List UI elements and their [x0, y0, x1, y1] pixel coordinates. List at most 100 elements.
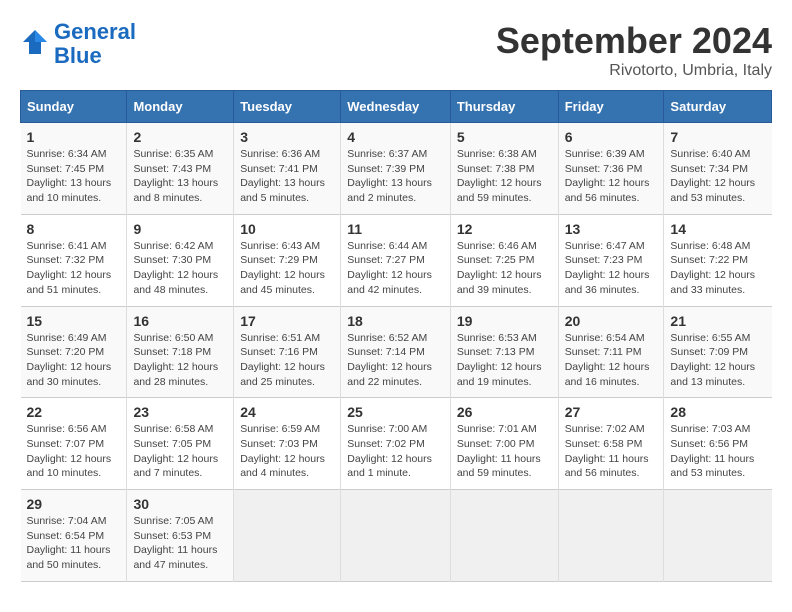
day-number: 16: [133, 313, 227, 329]
table-cell: 22 Sunrise: 6:56 AMSunset: 7:07 PMDayligh…: [21, 398, 127, 490]
table-cell: 2 Sunrise: 6:35 AMSunset: 7:43 PMDaylight…: [127, 123, 234, 215]
table-cell: [450, 490, 558, 582]
day-number: 17: [240, 313, 334, 329]
col-wednesday: Wednesday: [341, 91, 451, 123]
day-info: Sunrise: 7:01 AMSunset: 7:00 PMDaylight:…: [457, 422, 552, 481]
table-cell: 15 Sunrise: 6:49 AMSunset: 7:20 PMDayligh…: [21, 306, 127, 398]
day-number: 26: [457, 404, 552, 420]
day-info: Sunrise: 6:36 AMSunset: 7:41 PMDaylight:…: [240, 147, 334, 206]
day-info: Sunrise: 6:35 AMSunset: 7:43 PMDaylight:…: [133, 147, 227, 206]
day-number: 28: [670, 404, 765, 420]
day-info: Sunrise: 7:02 AMSunset: 6:58 PMDaylight:…: [565, 422, 658, 481]
calendar-body: 1 Sunrise: 6:34 AMSunset: 7:45 PMDaylight…: [21, 123, 772, 582]
day-info: Sunrise: 6:43 AMSunset: 7:29 PMDaylight:…: [240, 239, 334, 298]
calendar-week-row: 29Sunrise: 7:04 AMSunset: 6:54 PMDayligh…: [21, 490, 772, 582]
col-sunday: Sunday: [21, 91, 127, 123]
table-cell: 13Sunrise: 6:47 AMSunset: 7:23 PMDayligh…: [558, 214, 664, 306]
day-number: 24: [240, 404, 334, 420]
table-cell: 19Sunrise: 6:53 AMSunset: 7:13 PMDayligh…: [450, 306, 558, 398]
day-info: Sunrise: 6:42 AMSunset: 7:30 PMDaylight:…: [133, 239, 227, 298]
table-cell: 6 Sunrise: 6:39 AMSunset: 7:36 PMDaylight…: [558, 123, 664, 215]
table-cell: 21Sunrise: 6:55 AMSunset: 7:09 PMDayligh…: [664, 306, 772, 398]
table-cell: 24 Sunrise: 6:59 AMSunset: 7:03 PMDayligh…: [234, 398, 341, 490]
day-number: 18: [347, 313, 444, 329]
table-cell: 9 Sunrise: 6:42 AMSunset: 7:30 PMDaylight…: [127, 214, 234, 306]
calendar-table: Sunday Monday Tuesday Wednesday Thursday…: [20, 90, 772, 582]
calendar-week-row: 8 Sunrise: 6:41 AMSunset: 7:32 PMDaylight…: [21, 214, 772, 306]
day-number: 10: [240, 221, 334, 237]
logo-text: General Blue: [54, 20, 136, 68]
day-number: 12: [457, 221, 552, 237]
day-info: Sunrise: 6:40 AMSunset: 7:34 PMDaylight:…: [670, 147, 765, 206]
day-number: 25: [347, 404, 444, 420]
day-number: 11: [347, 221, 444, 237]
day-info: Sunrise: 6:41 AMSunset: 7:32 PMDaylight:…: [27, 239, 121, 298]
day-number: 8: [27, 221, 121, 237]
day-number: 6: [565, 129, 658, 145]
col-monday: Monday: [127, 91, 234, 123]
table-cell: 29Sunrise: 7:04 AMSunset: 6:54 PMDayligh…: [21, 490, 127, 582]
logo: General Blue: [20, 20, 136, 68]
day-info: Sunrise: 6:53 AMSunset: 7:13 PMDaylight:…: [457, 331, 552, 390]
day-info: Sunrise: 6:44 AMSunset: 7:27 PMDaylight:…: [347, 239, 444, 298]
col-thursday: Thursday: [450, 91, 558, 123]
logo-line1: General: [54, 19, 136, 44]
logo-line2: Blue: [54, 43, 102, 68]
table-cell: 23Sunrise: 6:58 AMSunset: 7:05 PMDayligh…: [127, 398, 234, 490]
day-number: 1: [27, 129, 121, 145]
col-saturday: Saturday: [664, 91, 772, 123]
day-number: 27: [565, 404, 658, 420]
table-cell: 20Sunrise: 6:54 AMSunset: 7:11 PMDayligh…: [558, 306, 664, 398]
table-cell: 11 Sunrise: 6:44 AMSunset: 7:27 PMDayligh…: [341, 214, 451, 306]
table-cell: 27 Sunrise: 7:02 AMSunset: 6:58 PMDayligh…: [558, 398, 664, 490]
day-info: Sunrise: 7:04 AMSunset: 6:54 PMDaylight:…: [27, 514, 121, 573]
day-info: Sunrise: 6:47 AMSunset: 7:23 PMDaylight:…: [565, 239, 658, 298]
day-info: Sunrise: 6:49 AMSunset: 7:20 PMDaylight:…: [27, 331, 121, 390]
table-cell: 7 Sunrise: 6:40 AMSunset: 7:34 PMDaylight…: [664, 123, 772, 215]
day-info: Sunrise: 6:52 AMSunset: 7:14 PMDaylight:…: [347, 331, 444, 390]
day-info: Sunrise: 6:51 AMSunset: 7:16 PMDaylight:…: [240, 331, 334, 390]
table-cell: 3 Sunrise: 6:36 AMSunset: 7:41 PMDaylight…: [234, 123, 341, 215]
day-info: Sunrise: 6:59 AMSunset: 7:03 PMDaylight:…: [240, 422, 334, 481]
day-number: 20: [565, 313, 658, 329]
day-number: 15: [27, 313, 121, 329]
day-number: 5: [457, 129, 552, 145]
table-cell: 25 Sunrise: 7:00 AMSunset: 7:02 PMDayligh…: [341, 398, 451, 490]
day-number: 3: [240, 129, 334, 145]
table-cell: 26 Sunrise: 7:01 AMSunset: 7:00 PMDayligh…: [450, 398, 558, 490]
day-number: 14: [670, 221, 765, 237]
col-friday: Friday: [558, 91, 664, 123]
day-info: Sunrise: 6:39 AMSunset: 7:36 PMDaylight:…: [565, 147, 658, 206]
logo-icon: [20, 27, 50, 57]
day-info: Sunrise: 6:56 AMSunset: 7:07 PMDaylight:…: [27, 422, 121, 481]
day-info: Sunrise: 6:38 AMSunset: 7:38 PMDaylight:…: [457, 147, 552, 206]
table-cell: 1 Sunrise: 6:34 AMSunset: 7:45 PMDaylight…: [21, 123, 127, 215]
day-number: 21: [670, 313, 765, 329]
day-info: Sunrise: 7:03 AMSunset: 6:56 PMDaylight:…: [670, 422, 765, 481]
table-cell: [664, 490, 772, 582]
day-number: 22: [27, 404, 121, 420]
day-info: Sunrise: 7:05 AMSunset: 6:53 PMDaylight:…: [133, 514, 227, 573]
table-cell: [558, 490, 664, 582]
day-number: 7: [670, 129, 765, 145]
day-number: 9: [133, 221, 227, 237]
calendar-header-row: Sunday Monday Tuesday Wednesday Thursday…: [21, 91, 772, 123]
day-info: Sunrise: 6:34 AMSunset: 7:45 PMDaylight:…: [27, 147, 121, 206]
calendar-week-row: 1 Sunrise: 6:34 AMSunset: 7:45 PMDaylight…: [21, 123, 772, 215]
table-cell: 5 Sunrise: 6:38 AMSunset: 7:38 PMDaylight…: [450, 123, 558, 215]
day-info: Sunrise: 7:00 AMSunset: 7:02 PMDaylight:…: [347, 422, 444, 481]
table-cell: 17 Sunrise: 6:51 AMSunset: 7:16 PMDayligh…: [234, 306, 341, 398]
table-cell: 10 Sunrise: 6:43 AMSunset: 7:29 PMDayligh…: [234, 214, 341, 306]
table-cell: 16Sunrise: 6:50 AMSunset: 7:18 PMDayligh…: [127, 306, 234, 398]
table-cell: [341, 490, 451, 582]
month-title: September 2024: [496, 20, 772, 62]
table-cell: 30Sunrise: 7:05 AMSunset: 6:53 PMDayligh…: [127, 490, 234, 582]
title-block: September 2024 Rivotorto, Umbria, Italy: [496, 20, 772, 80]
day-number: 23: [133, 404, 227, 420]
table-cell: [234, 490, 341, 582]
col-tuesday: Tuesday: [234, 91, 341, 123]
day-number: 2: [133, 129, 227, 145]
table-cell: 28 Sunrise: 7:03 AMSunset: 6:56 PMDayligh…: [664, 398, 772, 490]
table-cell: 12Sunrise: 6:46 AMSunset: 7:25 PMDayligh…: [450, 214, 558, 306]
day-info: Sunrise: 6:48 AMSunset: 7:22 PMDaylight:…: [670, 239, 765, 298]
